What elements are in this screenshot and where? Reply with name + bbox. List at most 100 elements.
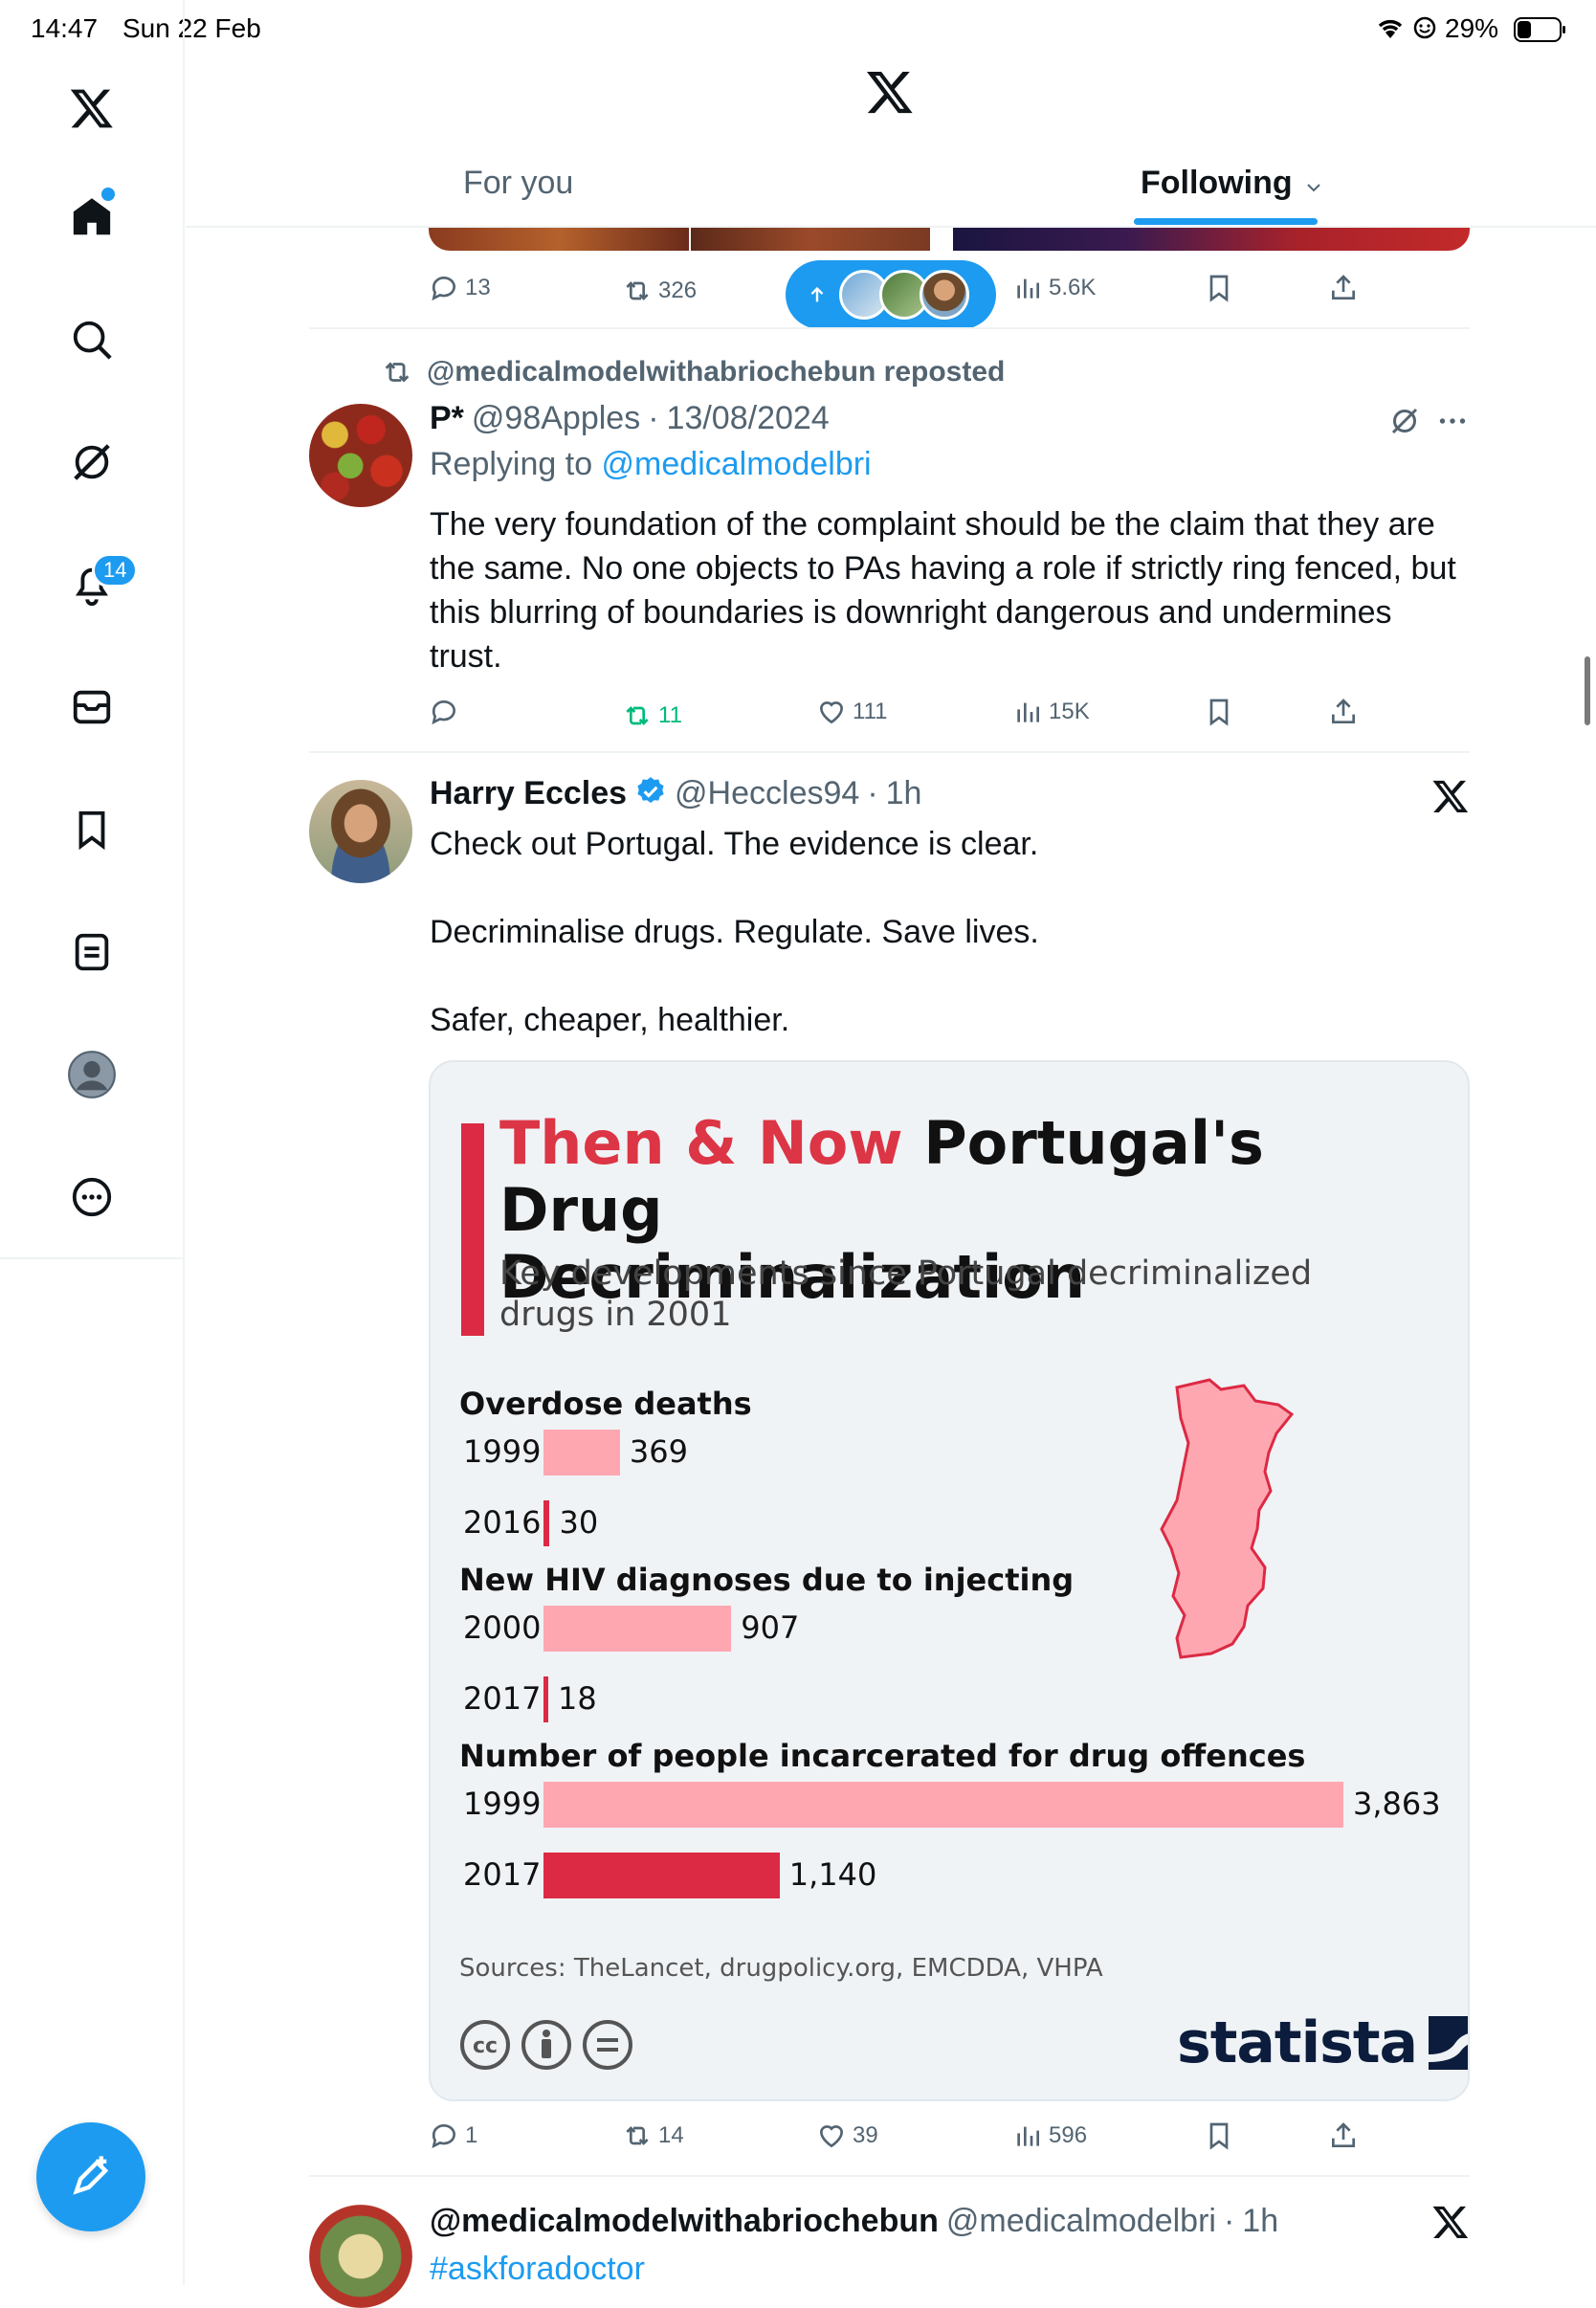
more-options-icon[interactable] xyxy=(62,1167,122,1227)
title-red-part: Then & Now xyxy=(499,1108,903,1178)
tab-for-you[interactable]: For you xyxy=(463,165,573,202)
bookmark-button[interactable] xyxy=(1204,2120,1234,2151)
replying-to: Replying to @medicalmodelbri xyxy=(430,446,872,483)
x-close-icon[interactable] xyxy=(1431,2203,1470,2246)
reply-icon xyxy=(432,277,455,301)
tweet-date[interactable]: 13/08/2024 xyxy=(667,400,830,437)
share-icon xyxy=(1332,2122,1355,2147)
bookmark-icon xyxy=(1209,699,1229,726)
subtitle-line-1: Key developments since Portugal decrimin… xyxy=(499,1254,1313,1293)
statista-mark-icon xyxy=(1429,2016,1468,2070)
prev-media-image-2 xyxy=(691,228,930,251)
tweet-divider xyxy=(309,751,1470,753)
infographic-subtitle: Key developments since Portugal decrimin… xyxy=(499,1254,1361,1336)
share-icon xyxy=(1332,699,1355,723)
share-icon xyxy=(1332,275,1355,300)
like-button[interactable]: 39 xyxy=(816,2120,878,2151)
views-icon xyxy=(1017,702,1039,722)
messages-icon[interactable] xyxy=(62,677,122,737)
wifi-icon xyxy=(1376,15,1405,45)
tweet-time[interactable]: 1h xyxy=(886,775,922,812)
like-count: 39 xyxy=(853,2122,878,2148)
more-icon[interactable] xyxy=(1435,404,1470,443)
tweet-image-infographic[interactable]: Then & Now Portugal's Drug Decriminaliza… xyxy=(429,1060,1470,2101)
bar-hiv-then xyxy=(543,1606,732,1652)
year-label: 2017 xyxy=(463,1856,542,1893)
scrollbar[interactable] xyxy=(1585,656,1590,725)
lists-icon[interactable] xyxy=(62,922,122,982)
repost-button[interactable]: 14 xyxy=(622,2120,684,2151)
tab-following[interactable]: Following xyxy=(1141,165,1321,202)
title-accent-bar xyxy=(461,1123,484,1336)
views-icon xyxy=(1017,278,1039,299)
x-close-icon[interactable] xyxy=(1431,777,1470,820)
creative-commons-icons: cc xyxy=(459,2019,633,2071)
search-icon[interactable] xyxy=(62,310,122,369)
bar-overdose-then xyxy=(543,1430,620,1476)
reply-button[interactable]: 1 xyxy=(429,2120,477,2151)
year-label: 2016 xyxy=(463,1504,542,1541)
profile-avatar-icon[interactable] xyxy=(62,1045,122,1104)
share-button[interactable] xyxy=(1328,2120,1359,2151)
bookmark-button[interactable] xyxy=(1204,697,1234,727)
repost-count: 11 xyxy=(658,702,682,728)
compose-post-button[interactable] xyxy=(36,2122,145,2231)
author-handle[interactable]: @Heccles94 xyxy=(675,775,859,812)
new-posts-pill[interactable] xyxy=(786,260,996,329)
repost-icon xyxy=(626,2126,649,2145)
notifications-badge: 14 xyxy=(92,553,139,588)
avatar[interactable] xyxy=(309,404,412,507)
header-x-logo-icon[interactable] xyxy=(865,67,915,122)
bar-incarcerated-then xyxy=(543,1782,1343,1828)
grok-action-icon[interactable] xyxy=(1387,404,1422,443)
svg-text:cc: cc xyxy=(473,2034,498,2058)
author-name[interactable]: Harry Eccles xyxy=(430,775,627,812)
views-button[interactable]: 5.6K xyxy=(1012,273,1096,303)
repost-icon xyxy=(626,706,649,725)
home-unread-dot xyxy=(101,188,115,201)
tweet-time[interactable]: 1h xyxy=(1242,2203,1278,2240)
sidebar-nav: 14 xyxy=(0,0,185,2285)
reply-icon xyxy=(432,700,455,725)
cc-icon: cc xyxy=(460,2020,510,2070)
author-handle[interactable]: @medicalmodelbri xyxy=(946,2203,1216,2240)
tweet-header: P* @98Apples · 13/08/2024 xyxy=(430,400,830,437)
battery-percent: 29% xyxy=(1445,13,1499,43)
reply-count: 13 xyxy=(465,275,491,300)
value-label: 369 xyxy=(629,1433,688,1470)
views-count: 596 xyxy=(1049,2122,1088,2148)
author-handle[interactable]: @98Apples xyxy=(472,400,640,437)
x-logo-icon[interactable] xyxy=(62,78,122,138)
like-button[interactable]: 111 xyxy=(816,697,887,727)
year-label: 2000 xyxy=(463,1609,542,1646)
bookmark-button[interactable] xyxy=(1204,273,1234,303)
hashtag-link[interactable]: #askforadoctor xyxy=(430,2247,645,2291)
share-button[interactable] xyxy=(1328,273,1359,303)
chevron-down-icon xyxy=(1306,165,1321,202)
author-name[interactable]: @medicalmodelwithabriochebun xyxy=(430,2203,939,2240)
tweet-text-line-2: Decriminalise drugs. Regulate. Save live… xyxy=(430,914,1039,950)
views-button[interactable]: 596 xyxy=(1012,2120,1087,2151)
repost-button[interactable]: 326 xyxy=(622,276,697,306)
bookmarks-icon[interactable] xyxy=(62,800,122,859)
repost-button[interactable]: 11 xyxy=(622,700,682,731)
share-button[interactable] xyxy=(1328,697,1359,727)
grok-icon[interactable] xyxy=(62,433,122,492)
replying-to-link[interactable]: @medicalmodelbri xyxy=(602,446,872,482)
tweet-text-line-1: Check out Portugal. The evidence is clea… xyxy=(430,826,1039,862)
portugal-map-illustration xyxy=(1160,1378,1295,1659)
bar-hiv-now xyxy=(543,1676,548,1722)
value-label: 30 xyxy=(559,1504,599,1541)
prev-tweet-media[interactable] xyxy=(429,228,1470,251)
tweet-header: Harry Eccles @Heccles94 · 1h xyxy=(430,775,921,812)
avatar[interactable] xyxy=(309,2205,412,2308)
no-derivatives-icon xyxy=(583,2020,632,2070)
author-name[interactable]: P* xyxy=(430,400,464,437)
separator: · xyxy=(648,400,659,436)
views-button[interactable]: 15K xyxy=(1012,697,1090,727)
avatar[interactable] xyxy=(309,780,412,883)
reply-button[interactable]: 13 xyxy=(429,273,491,303)
group-title-overdose: Overdose deaths xyxy=(459,1386,752,1422)
value-label: 18 xyxy=(558,1680,597,1717)
reply-button[interactable] xyxy=(429,697,459,727)
